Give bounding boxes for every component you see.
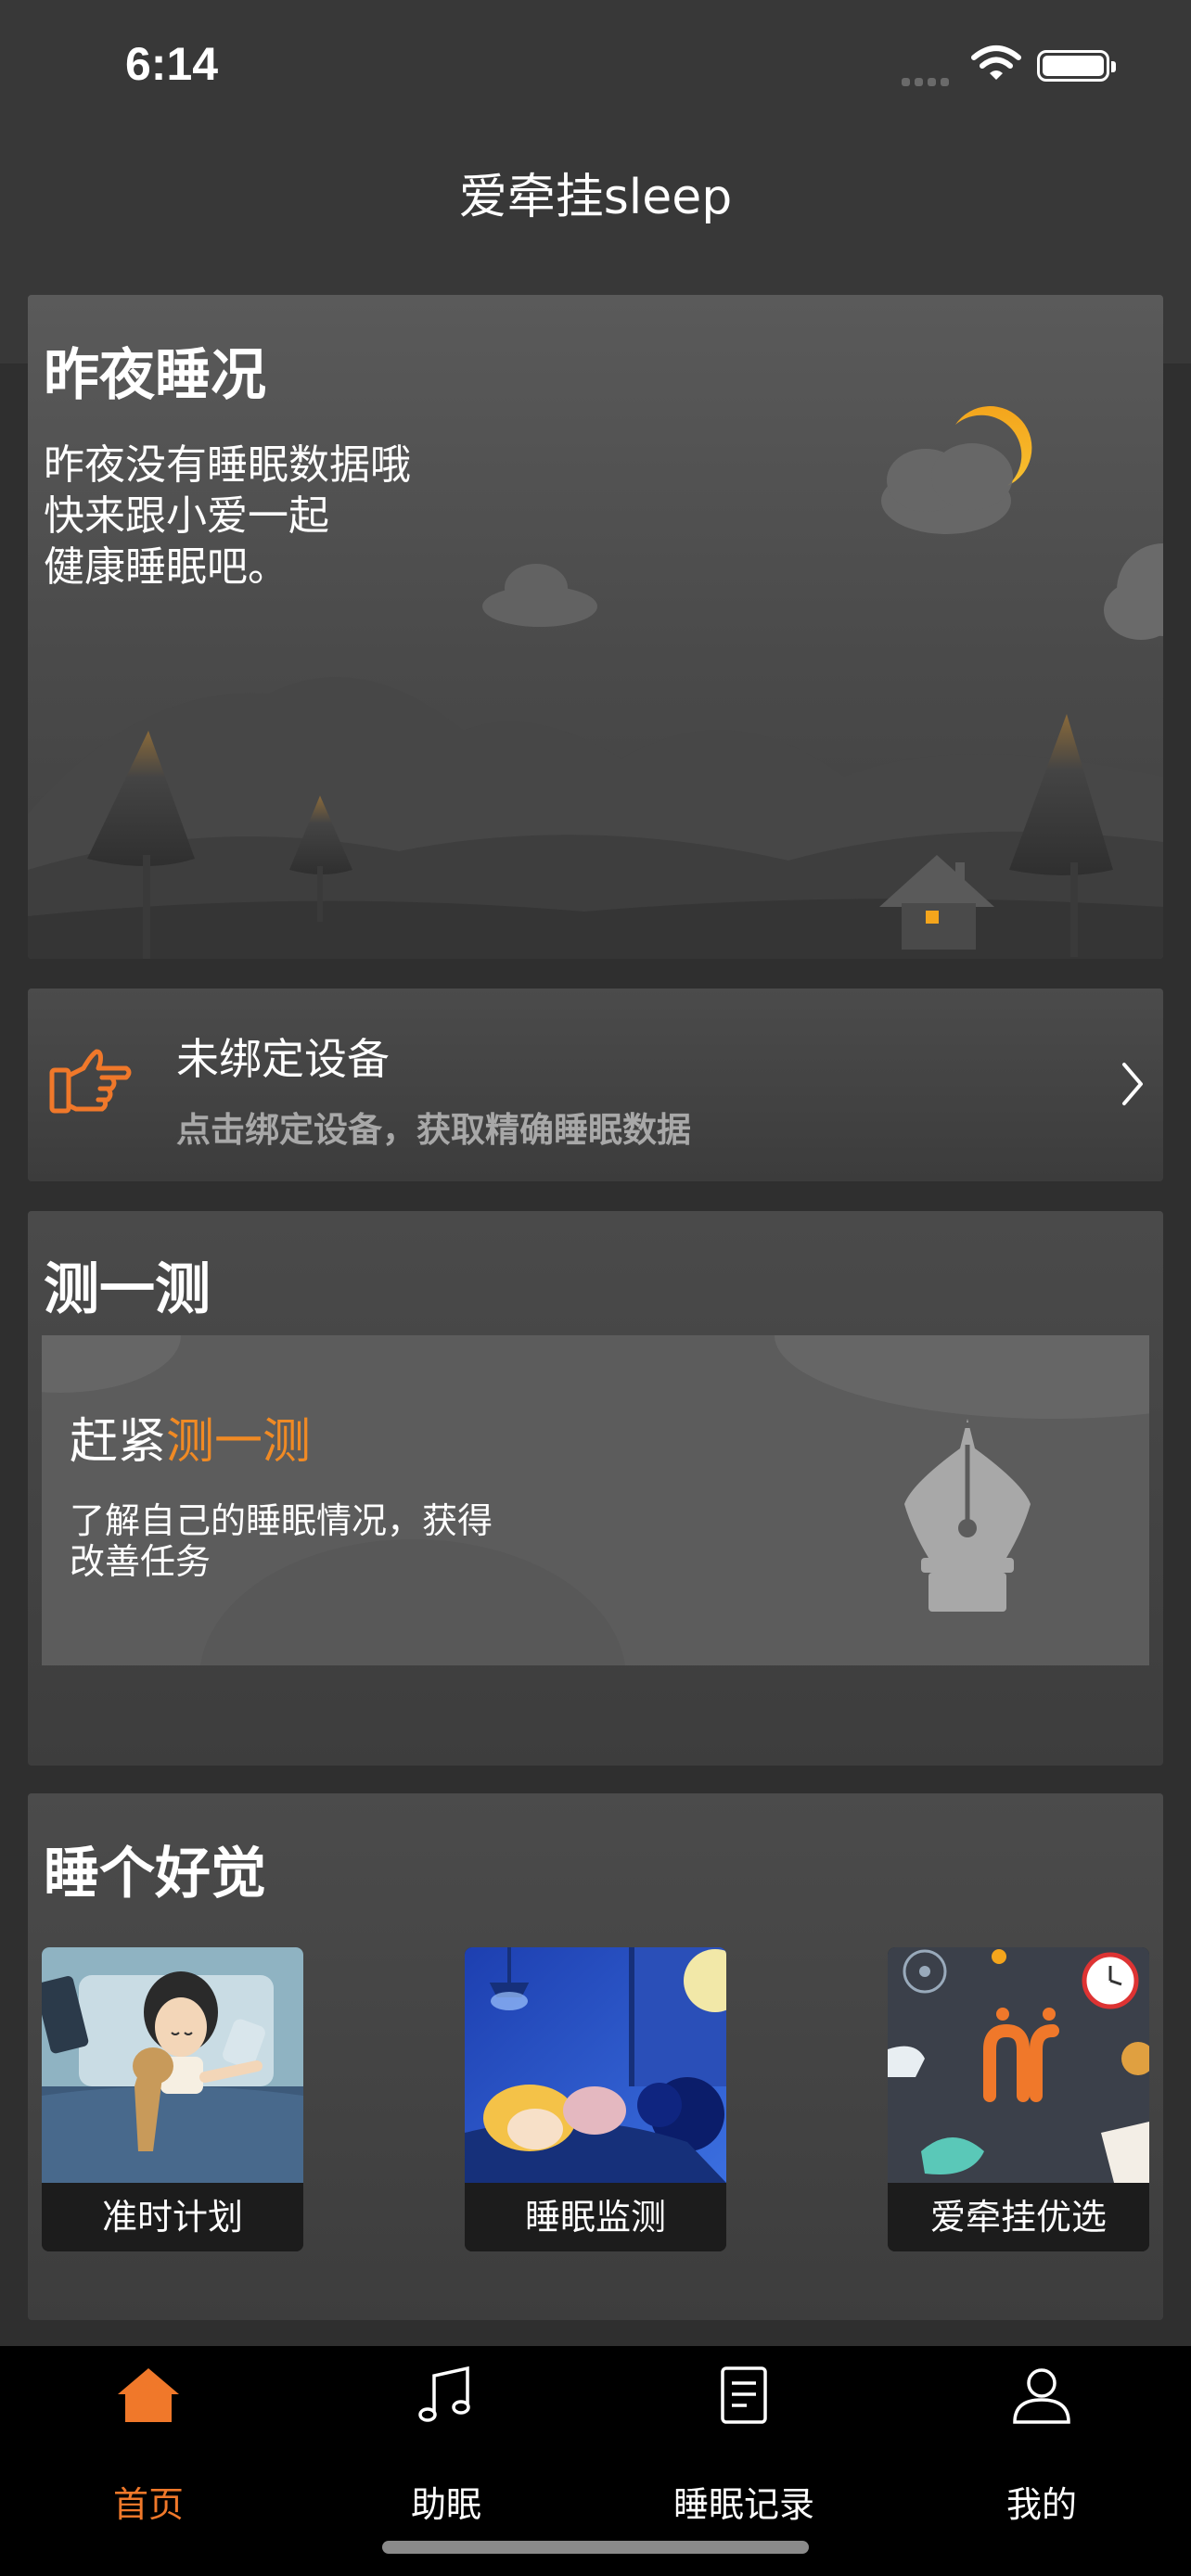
message-line: 昨夜没有睡眠数据哦	[44, 441, 411, 489]
cellular-signal-icon	[902, 72, 954, 90]
tab-label: 我的	[1005, 2484, 1077, 2525]
tab-home[interactable]: 首页	[56, 2346, 241, 2531]
last-night-card[interactable]: 昨夜睡况 昨夜没有睡眠数据哦 快来跟小爱一起 健康睡眠吧。	[28, 295, 1163, 959]
test-headline: 赶紧测一测	[70, 1402, 311, 1472]
selection-illustration	[888, 1947, 1149, 2183]
desc-line: 了解自己的睡眠情况，获得	[70, 1500, 493, 1541]
document-icon	[711, 2363, 776, 2428]
home-indicator[interactable]	[382, 2541, 809, 2554]
desc-line: 改善任务	[70, 1541, 211, 1582]
tab-label: 首页	[112, 2484, 184, 2525]
tile-label: 爱牵挂优选	[888, 2183, 1149, 2251]
pen-nib-icon	[903, 1419, 1032, 1617]
music-note-icon	[414, 2363, 479, 2428]
tab-sleep-aid[interactable]: 助眠	[353, 2346, 539, 2531]
tile-schedule[interactable]: 准时计划	[42, 1947, 303, 2251]
device-title: 未绑定设备	[176, 1034, 390, 1084]
schedule-illustration	[42, 1947, 303, 2183]
headline-prefix: 赶紧	[70, 1414, 167, 1470]
test-description: 了解自己的睡眠情况，获得 改善任务	[70, 1500, 493, 1582]
tile-label: 睡眠监测	[465, 2183, 726, 2251]
chevron-right-icon	[1121, 1061, 1145, 1111]
tile-selection[interactable]: 爱牵挂优选	[888, 1947, 1149, 2251]
tab-sleep-record[interactable]: 睡眠记录	[651, 2346, 837, 2531]
tab-label: 助眠	[410, 2484, 481, 2525]
device-subtitle: 点击绑定设备，获取精确睡眠数据	[176, 1110, 691, 1150]
last-night-message: 昨夜没有睡眠数据哦 快来跟小爱一起 健康睡眠吧。	[44, 440, 411, 593]
test-card: 测一测 赶紧测一测 了解自己的睡眠情况，获得 改善任务	[28, 1211, 1163, 1766]
wifi-icon	[970, 45, 1022, 85]
good-sleep-title: 睡个好觉	[44, 1842, 266, 1906]
bind-device-row[interactable]: 未绑定设备 点击绑定设备，获取精确睡眠数据	[28, 988, 1163, 1181]
page-title: 爱牵挂sleep	[458, 170, 733, 225]
good-sleep-card: 睡个好觉 准时计划 睡眠监测 爱牵挂优选	[28, 1793, 1163, 2320]
test-banner[interactable]: 赶紧测一测 了解自己的睡眠情况，获得 改善任务	[42, 1335, 1149, 1665]
tab-label: 睡眠记录	[672, 2484, 814, 2525]
test-title: 测一测	[44, 1257, 211, 1322]
battery-icon	[1037, 50, 1116, 82]
monitor-illustration	[465, 1947, 726, 2183]
home-icon	[116, 2363, 181, 2428]
tile-label: 准时计划	[42, 2183, 303, 2251]
tile-monitor[interactable]: 睡眠监测	[465, 1947, 726, 2251]
last-night-title: 昨夜睡况	[44, 343, 266, 408]
message-line: 健康睡眠吧。	[44, 543, 288, 591]
headline-highlight: 测一测	[166, 1414, 312, 1470]
pointing-hand-icon	[46, 1039, 135, 1126]
tab-mine[interactable]: 我的	[949, 2346, 1134, 2531]
message-line: 快来跟小爱一起	[44, 492, 329, 540]
status-time: 6:14	[125, 38, 219, 90]
user-icon	[1009, 2363, 1074, 2428]
